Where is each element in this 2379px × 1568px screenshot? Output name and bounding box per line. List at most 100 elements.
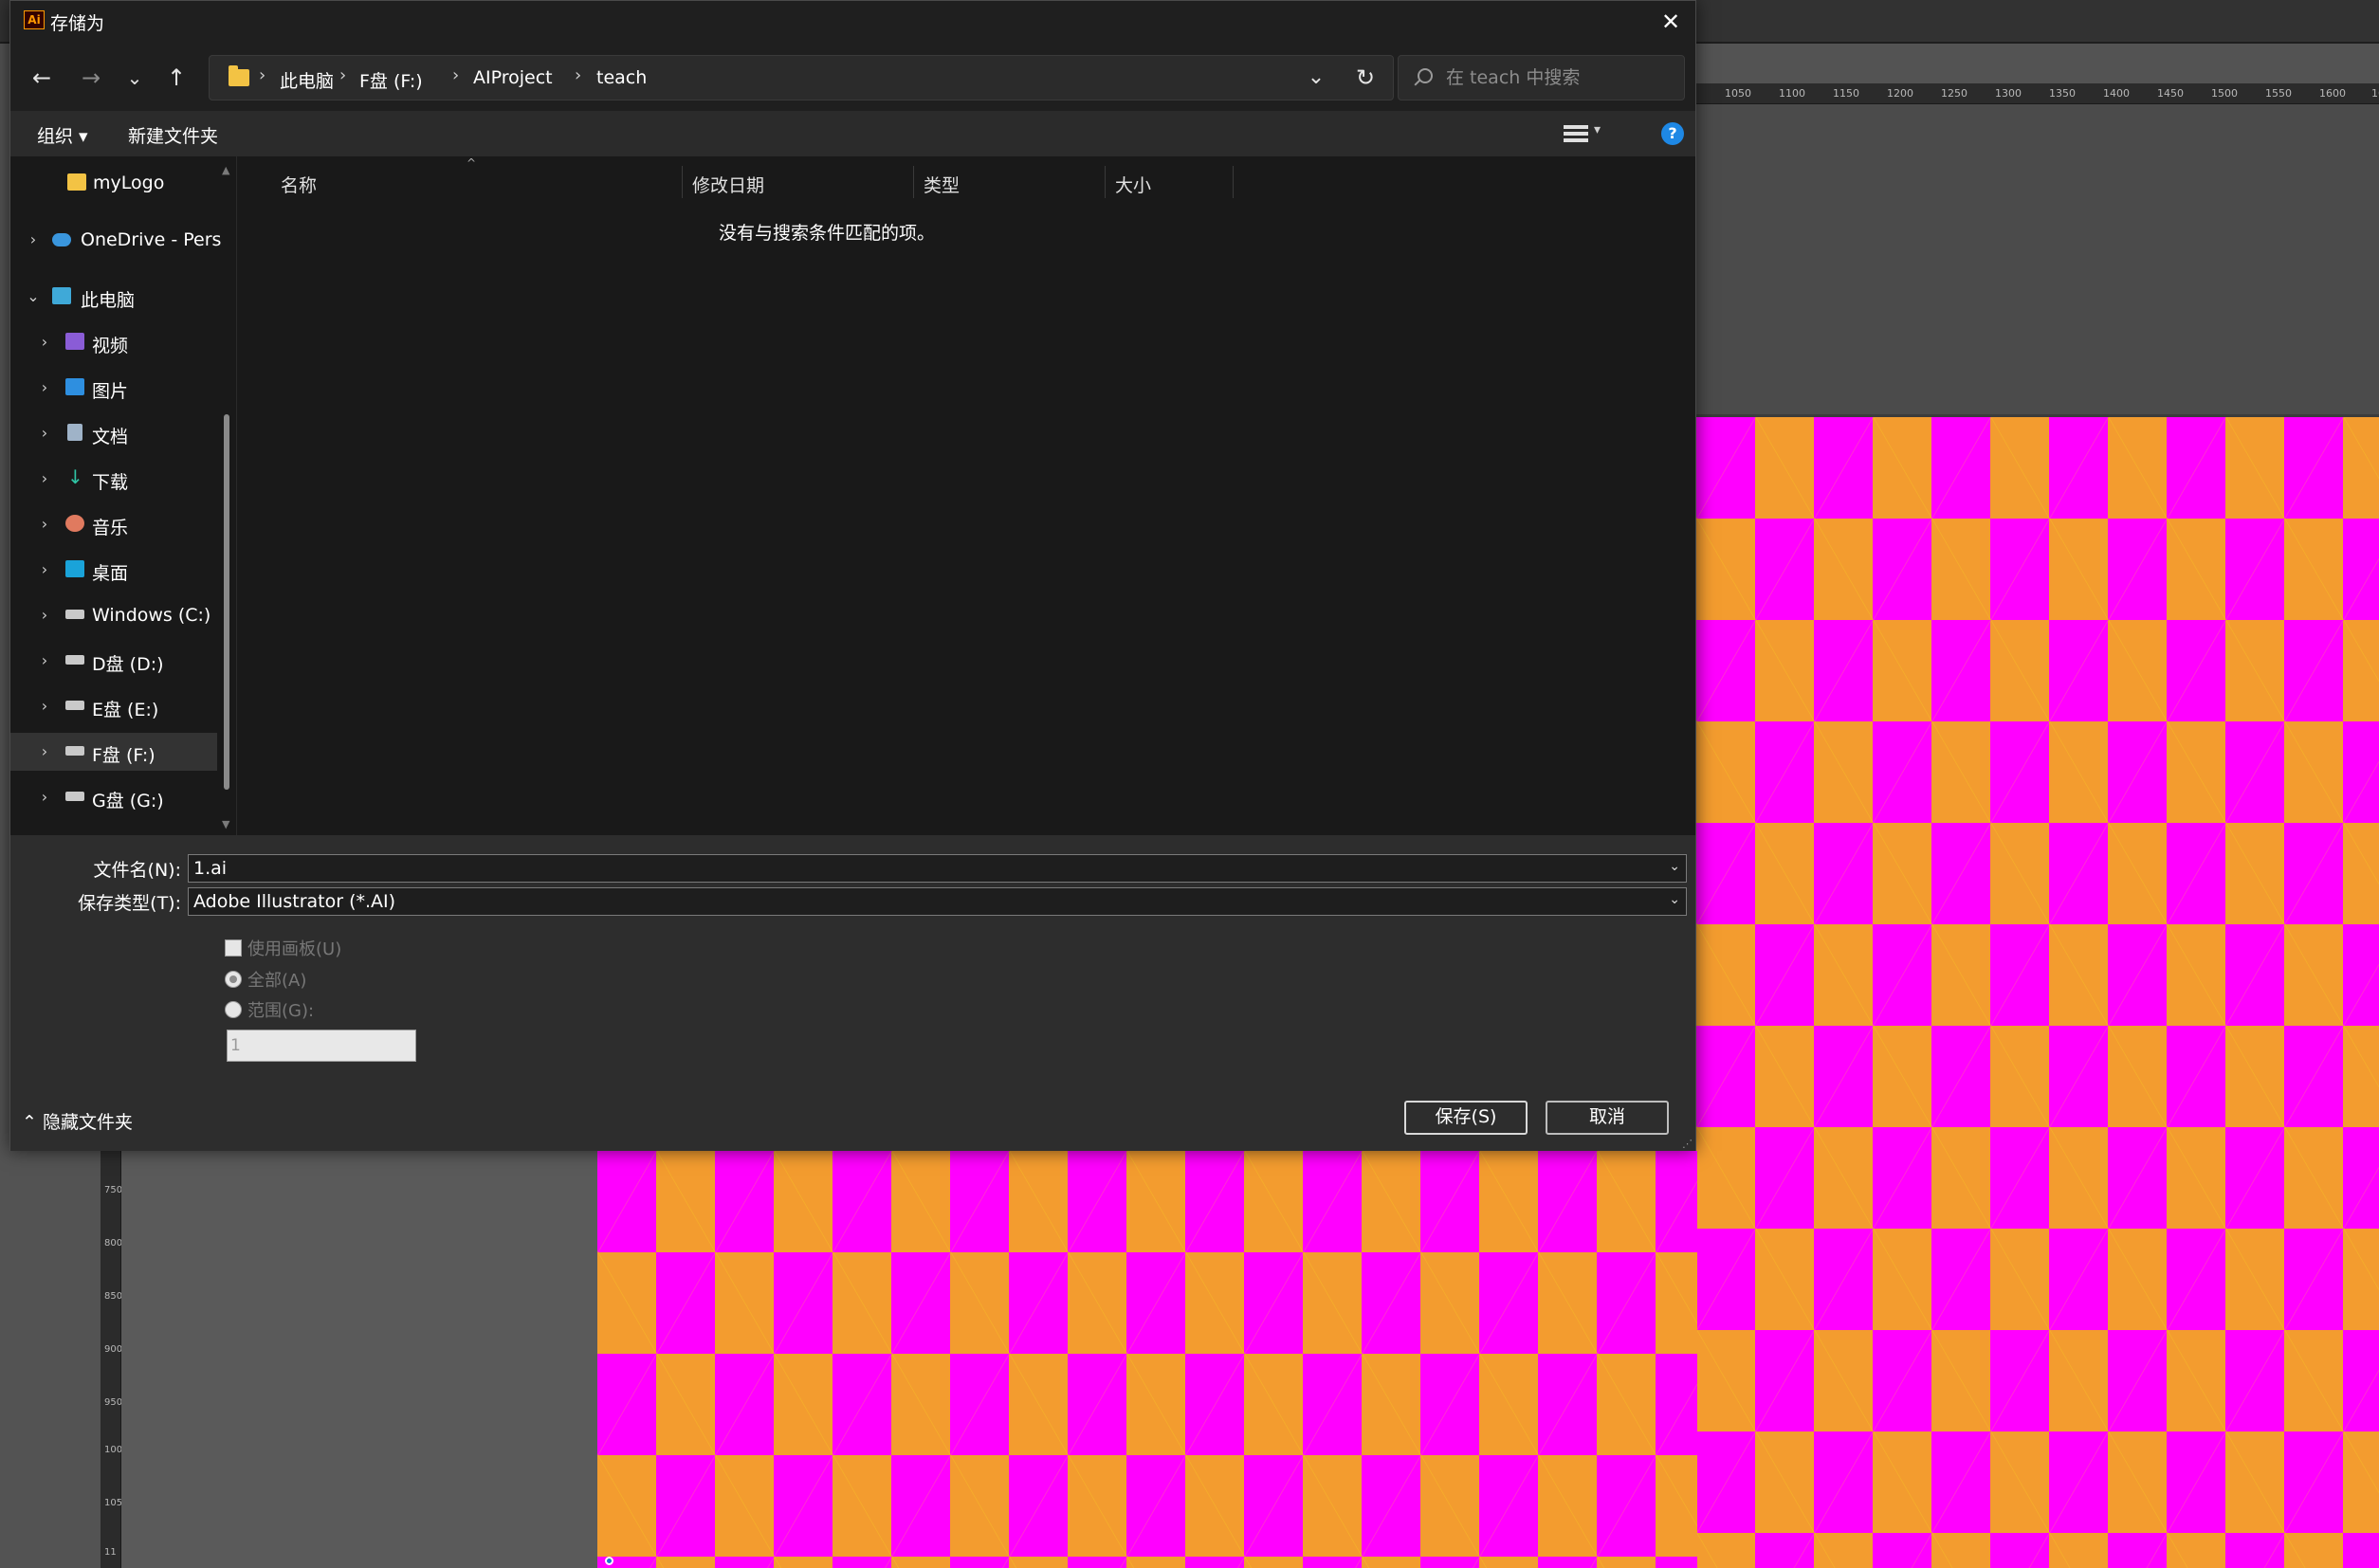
sidebar-item-label: 文档 [92,427,129,447]
sidebar-item-label: F盘 (F:) [92,745,156,766]
new-folder-button[interactable]: 新建文件夹 [128,122,218,148]
ruler-tick: 1350 [2049,87,2076,100]
breadcrumb-item[interactable]: F盘 (F:) [359,67,423,93]
scroll-down-icon[interactable]: ▼ [222,818,229,830]
sidebar-item-drive-c[interactable]: › Windows (C:) [10,596,217,634]
drive-icon [65,746,84,756]
ruler-tick: 1200 [1887,87,1913,100]
organize-button[interactable]: 组织 ▾ [37,122,88,148]
column-header-size[interactable]: 大小 [1106,166,1234,198]
breadcrumb-item[interactable]: teach [596,67,647,88]
scrollbar-thumb[interactable] [224,414,229,790]
video-icon [65,333,84,350]
nav-scrollbar[interactable]: ▲ ▼ [217,156,236,835]
sidebar-item-drive-f[interactable]: › F盘 (F:) [10,733,217,771]
navigation-pane: myLogo › OneDrive - Pers ⌄ 此电脑 › 视频 › 图片… [10,156,236,835]
up-button[interactable]: ↑ [162,64,191,92]
sidebar-item-music[interactable]: › 音乐 [10,505,217,543]
sidebar-item-label: G盘 (G:) [92,791,164,811]
sidebar-item-label: 音乐 [92,518,129,538]
breadcrumb-item[interactable]: 此电脑 [280,67,334,93]
recent-locations-button[interactable]: ⌄ [120,64,149,92]
column-header-date[interactable]: 修改日期 [683,166,914,198]
sidebar-item-downloads[interactable]: › ↓ 下载 [10,460,217,498]
sidebar-item-videos[interactable]: › 视频 [10,323,217,361]
chevron-down-icon[interactable]: ⌄ [1669,859,1680,874]
breadcrumb-item[interactable]: AIProject [473,67,553,88]
sidebar-item-documents[interactable]: › 文档 [10,414,217,452]
sidebar-item-pictures[interactable]: › 图片 [10,369,217,407]
column-header-type[interactable]: 类型 [914,166,1106,198]
close-button[interactable]: ✕ [1656,9,1685,35]
refresh-icon: ↻ [1355,64,1376,91]
ruler-tick: 1050 [1725,87,1751,100]
artboard-anchor-icon[interactable] [605,1557,613,1565]
caret-down-icon[interactable]: ▾ [1594,122,1601,137]
folder-icon [67,173,86,191]
ruler-tick: 750 [104,1185,123,1195]
use-artboards-label: 使用画板(U) [247,939,342,959]
scroll-up-icon[interactable]: ▲ [222,164,229,176]
search-input[interactable] [1446,65,1674,90]
hide-folders-toggle[interactable]: ⌃ 隐藏文件夹 [22,1108,133,1134]
search-box[interactable] [1398,55,1685,100]
ruler-tick: 16 [2371,87,2379,100]
radio-icon[interactable] [225,1001,242,1018]
ruler-tick: 1050 [104,1498,129,1508]
address-bar[interactable]: › 此电脑 › F盘 (F:) › AIProject › teach ⌄ ↻ [209,55,1394,100]
arrow-up-icon: ↑ [166,64,187,91]
ruler-tick: 950 [104,1397,123,1408]
sidebar-item-label: D盘 (D:) [92,654,164,675]
ruler-tick: 1500 [2211,87,2238,100]
sidebar-item-drive-g[interactable]: › G盘 (G:) [10,778,217,816]
sidebar-item-label: 视频 [92,336,129,356]
chevron-right-icon: › [41,378,48,396]
forward-button[interactable]: → [77,64,105,92]
sidebar-item-drive-d[interactable]: › D盘 (D:) [10,642,217,680]
ruler-tick: 1250 [1941,87,1967,100]
sidebar-item-onedrive[interactable]: › OneDrive - Pers [10,221,222,259]
help-icon[interactable]: ? [1661,122,1684,145]
chevron-right-icon: › [41,469,48,487]
view-options-icon[interactable] [1564,122,1588,145]
chevron-down-icon[interactable]: ⌄ [1669,892,1680,907]
address-dropdown-button[interactable]: ⌄ [1302,64,1330,92]
canvas-pasteboard [121,1151,597,1568]
range-input[interactable] [227,1030,416,1062]
horizontal-ruler: 1050 1100 1150 1200 1250 1300 1350 1400 … [1696,83,2379,104]
sidebar-item-this-pc[interactable]: ⌄ 此电脑 [10,278,217,316]
checkbox-icon[interactable] [225,939,242,957]
save-button[interactable]: 保存(S) [1404,1101,1528,1135]
filetype-label: 保存类型(T): [78,893,181,914]
pictures-icon [65,378,84,395]
cancel-button[interactable]: 取消 [1546,1101,1669,1135]
range-label: 范围(G): [247,1001,315,1021]
chevron-right-icon: › [41,333,48,351]
save-options-panel: 文件名(N): ⌄ 保存类型(T): Adobe Illustrator (*.… [10,835,1695,1151]
drive-icon [65,610,84,619]
dialog-titlebar[interactable]: Ai 存储为 ✕ [10,1,1695,43]
filename-combo[interactable]: ⌄ [188,854,1687,883]
filetype-value: Adobe Illustrator (*.AI) [193,891,396,912]
sidebar-item-mylogo[interactable]: myLogo [10,164,217,202]
chevron-right-icon: › [41,606,48,624]
command-bar: 组织 ▾ 新建文件夹 ▾ ? [10,111,1695,156]
artboard-pattern [597,1151,1697,1568]
chevron-up-icon: ⌃ [22,1112,37,1133]
refresh-button[interactable]: ↻ [1351,64,1380,92]
arrow-left-icon: ← [31,64,52,91]
cloud-icon [52,233,71,246]
chevron-down-icon: ⌄ [27,287,40,305]
radio-icon[interactable] [225,971,242,988]
chevron-right-icon: › [41,515,48,533]
music-icon [65,515,84,532]
sidebar-item-drive-e[interactable]: › E盘 (E:) [10,687,217,725]
resize-grip-icon[interactable]: ⋰ [1682,1138,1693,1150]
download-icon: ↓ [67,465,83,488]
column-header-name[interactable]: 名称 [271,166,683,198]
filetype-select[interactable]: Adobe Illustrator (*.AI) ⌄ [188,887,1687,916]
filename-field[interactable] [193,858,1616,879]
back-button[interactable]: ← [27,64,56,92]
sidebar-item-desktop[interactable]: › 桌面 [10,551,217,589]
ruler-tick: 1550 [2265,87,2292,100]
